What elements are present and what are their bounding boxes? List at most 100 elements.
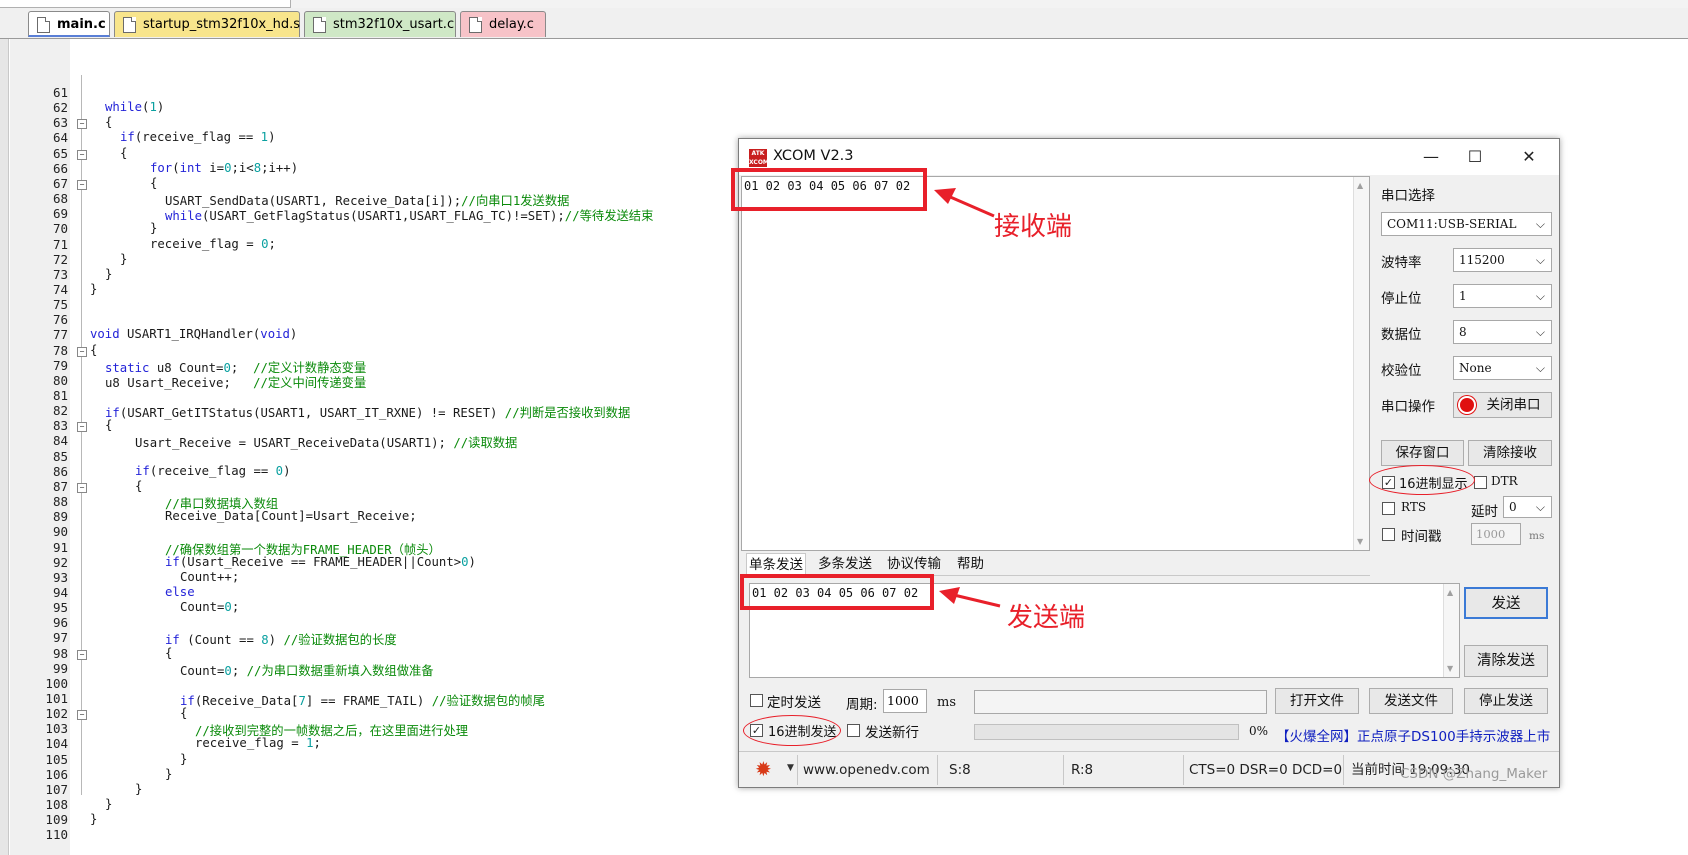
fold-toggle-icon[interactable]: − xyxy=(77,346,87,357)
receive-arrow-icon xyxy=(934,188,995,218)
stop-bits-label: 停止位 xyxy=(1381,291,1422,307)
close-icon[interactable]: ✕ xyxy=(1515,145,1543,169)
port-select[interactable]: COM11:USB-SERIAL ⌵ xyxy=(1381,212,1552,236)
timestamp-checkbox[interactable] xyxy=(1382,528,1395,541)
code-line: Count++; xyxy=(180,569,240,584)
line-number: 66 xyxy=(52,160,68,176)
receive-scrollbar[interactable]: ▲ ▼ xyxy=(1353,177,1369,550)
line-number: 99 xyxy=(52,660,68,676)
file-path-input[interactable] xyxy=(974,690,1267,714)
fold-toggle-icon[interactable]: − xyxy=(77,422,87,433)
line-number: 107 xyxy=(45,781,68,797)
baud-label: 波特率 xyxy=(1381,255,1422,271)
maximize-icon[interactable]: ☐ xyxy=(1461,145,1489,169)
send-scrollbar[interactable]: ▲ ▼ xyxy=(1443,584,1459,677)
clear-receive-button[interactable]: 清除接收 xyxy=(1468,440,1552,466)
baud-select[interactable]: 115200 ⌵ xyxy=(1453,248,1552,272)
line-number: 109 xyxy=(45,812,68,828)
code-line: { xyxy=(90,342,98,357)
fold-toggle-icon[interactable]: − xyxy=(77,149,87,160)
code-area[interactable]: while(1){if(receive_flag == 1){for(int i… xyxy=(88,39,738,855)
line-number: 94 xyxy=(52,584,68,600)
open-file-button[interactable]: 打开文件 xyxy=(1275,688,1359,714)
parity-value: None xyxy=(1459,361,1492,375)
receive-annotation-label: 接收端 xyxy=(994,212,1073,242)
tab-delay-c[interactable]: delay.c xyxy=(460,11,546,37)
code-line: Count=0; //为串口数据重新填入数组做准备 xyxy=(180,663,434,678)
fold-toggle-icon[interactable]: − xyxy=(77,482,87,493)
code-line: Receive_Data[Count]=Usart_Receive; xyxy=(165,509,417,524)
fold-toggle-icon[interactable]: − xyxy=(77,179,87,190)
tab-label: stm32f10x_usart.c xyxy=(333,17,455,32)
minimize-icon[interactable]: — xyxy=(1417,145,1445,169)
parity-select[interactable]: None ⌵ xyxy=(1453,356,1552,380)
stop-bits-value: 1 xyxy=(1459,289,1467,303)
send-newline-checkbox[interactable] xyxy=(847,724,860,737)
timed-send-label: 定时发送 xyxy=(767,695,821,711)
code-line: { xyxy=(120,145,128,160)
send-button[interactable]: 发送 xyxy=(1464,587,1548,619)
code-line: } xyxy=(90,812,98,827)
tab-protocol[interactable]: 协议传输 xyxy=(885,553,943,575)
close-port-button[interactable]: 关闭串口 xyxy=(1453,392,1552,418)
tab-main-c[interactable]: main.c xyxy=(28,11,110,37)
save-window-button[interactable]: 保存窗口 xyxy=(1381,440,1464,466)
tab-label: delay.c xyxy=(489,17,534,32)
line-number: 82 xyxy=(52,403,68,419)
line-number: 89 xyxy=(52,509,68,525)
code-line: { xyxy=(150,175,158,190)
period-input[interactable]: 1000 xyxy=(883,689,927,713)
line-number: 74 xyxy=(52,281,68,297)
port-value: COM11:USB-SERIAL xyxy=(1387,217,1517,231)
line-number: 68 xyxy=(52,191,68,207)
period-unit: ms xyxy=(937,695,956,710)
fold-toggle-icon[interactable]: − xyxy=(77,119,87,130)
fold-toggle-icon[interactable]: − xyxy=(77,649,87,660)
line-number: 77 xyxy=(52,327,68,343)
tab-multi-send[interactable]: 多条发送 xyxy=(816,553,874,575)
rts-checkbox[interactable] xyxy=(1382,502,1395,515)
tab-startup-stm32f10x-hd-s[interactable]: startup_stm32f10x_hd.s xyxy=(114,11,300,37)
send-file-button[interactable]: 发送文件 xyxy=(1369,688,1453,714)
hex-display-highlight-oval xyxy=(1369,465,1475,495)
status-separator xyxy=(1183,755,1184,785)
tab-label: main.c xyxy=(57,17,106,32)
receive-highlight-box xyxy=(731,168,927,211)
dtr-label: DTR xyxy=(1491,474,1518,488)
data-bits-select[interactable]: 8 ⌵ xyxy=(1453,320,1552,344)
stop-send-button[interactable]: 停止发送 xyxy=(1464,688,1548,714)
stop-bits-select[interactable]: 1 ⌵ xyxy=(1453,284,1552,308)
gear-icon[interactable]: ✹ xyxy=(755,759,775,779)
line-number: 75 xyxy=(52,297,68,313)
red-led-icon xyxy=(1460,398,1474,412)
line-number: 88 xyxy=(52,494,68,510)
code-line: if(receive_flag == 0) xyxy=(135,463,291,478)
fold-toggle-icon[interactable]: − xyxy=(77,710,87,721)
chevron-down-icon: ⌵ xyxy=(1535,361,1545,375)
timed-send-checkbox[interactable] xyxy=(750,694,763,707)
line-number: 83 xyxy=(52,418,68,434)
clear-send-button[interactable]: 清除发送 xyxy=(1464,645,1548,677)
send-annotation-label: 发送端 xyxy=(1007,603,1086,633)
csdn-watermark: CSDN @Zhang_Maker xyxy=(1400,766,1548,782)
atk-logo-icon: ATK XCOM xyxy=(749,149,769,167)
delay-select[interactable]: 0 ⌵ xyxy=(1503,496,1552,518)
tab-help[interactable]: 帮助 xyxy=(955,553,986,575)
timestamp-input[interactable]: 1000 xyxy=(1471,523,1521,545)
port-label: 串口选择 xyxy=(1381,188,1435,204)
ad-link[interactable]: 【火爆全网】正点原子DS100手持示波器上市 xyxy=(1276,725,1550,745)
file-icon xyxy=(123,17,136,33)
status-received-count: R:8 xyxy=(1071,762,1094,778)
line-number: 72 xyxy=(52,251,68,267)
tab-stm32f10x-usart-c[interactable]: stm32f10x_usart.c xyxy=(304,11,456,37)
dropdown-arrow-icon[interactable]: ▼ xyxy=(787,763,794,773)
line-number: 64 xyxy=(52,130,68,146)
status-separator xyxy=(797,755,798,785)
line-number: 105 xyxy=(45,751,68,767)
line-number: 110 xyxy=(45,827,68,843)
line-number: 73 xyxy=(52,266,68,282)
status-website[interactable]: www.openedv.com xyxy=(803,757,930,783)
dtr-checkbox[interactable] xyxy=(1474,476,1487,489)
code-line: if(Usart_Receive == FRAME_HEADER||Count>… xyxy=(165,554,476,569)
tab-single-send[interactable]: 单条发送 xyxy=(746,553,806,576)
